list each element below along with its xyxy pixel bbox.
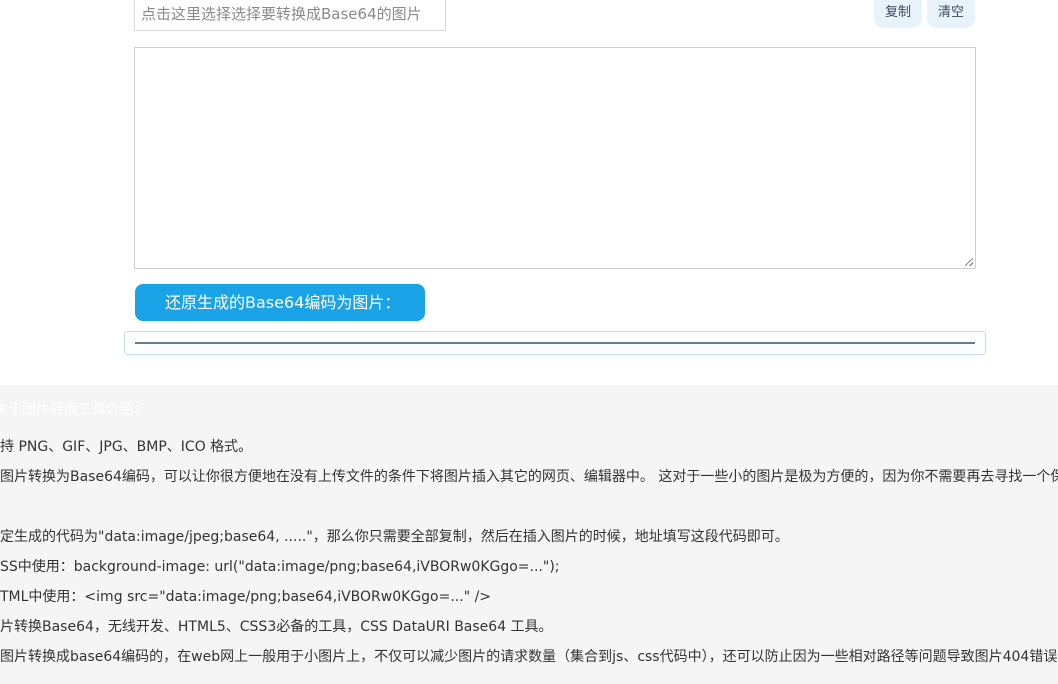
info-line-tool: 片转换Base64，无线开发、HTML5、CSS3必备的工具，CSS DataU… xyxy=(0,619,553,635)
info-line-intro: 图片转换为Base64编码，可以让你很方便地在没有上传文件的条件下将图片插入其它… xyxy=(0,469,1058,485)
info-title: 关于图片转换工具介绍： xyxy=(0,402,148,418)
file-select-input[interactable]: 点击这里选择选择要转换成Base64的图片 xyxy=(134,0,446,31)
info-line-benefit: 图片转换成base64编码的，在web网上一般用于小图片上，不仅可以减少图片的请… xyxy=(0,649,1058,665)
copy-button[interactable]: 复制 xyxy=(874,0,922,28)
info-line-html: TML中使用：<img src="data:image/png;base64,i… xyxy=(0,589,492,605)
preview-divider xyxy=(135,342,975,344)
base64-textarea[interactable] xyxy=(134,47,976,269)
info-line-formats: 持 PNG、GIF、JPG、BMP、ICO 格式。 xyxy=(0,439,253,455)
info-line-usage: 定生成的代码为"data:image/jpeg;base64, ....."，那… xyxy=(0,529,789,545)
page: 点击这里选择选择要转换成Base64的图片 复制 清空 还原生成的Base64编… xyxy=(0,0,1058,684)
resize-grip-icon[interactable] xyxy=(965,258,973,266)
restore-image-button[interactable]: 还原生成的Base64编码为图片： xyxy=(135,284,425,321)
image-preview-box xyxy=(124,331,986,355)
info-line-css: SS中使用：background-image: url("data:image/… xyxy=(0,559,560,575)
clear-button[interactable]: 清空 xyxy=(927,0,975,28)
info-section: 关于图片转换工具介绍： 持 PNG、GIF、JPG、BMP、ICO 格式。 图片… xyxy=(0,385,1058,684)
